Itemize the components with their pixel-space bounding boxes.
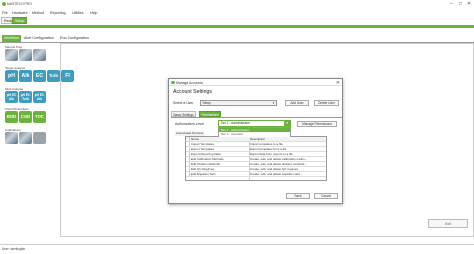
permissions-table: Name Description Import Templates Import… <box>185 136 327 181</box>
chevron-down-icon: ▼ <box>284 121 290 126</box>
menu-hardware[interactable]: Hardware <box>12 11 28 15</box>
chevron-down-icon: ▼ <box>272 100 275 105</box>
manage-accounts-dialog: Manage Accounts ✕ Account Settings Selec… <box>168 78 343 204</box>
row-checkbox[interactable] <box>186 172 190 176</box>
table-row[interactable]: Edit Equation Sets Create, edit, and del… <box>186 172 326 177</box>
status-bar: User: sterlinglab <box>0 244 474 254</box>
menu-reporting[interactable]: Reporting <box>50 11 66 15</box>
account-settings-heading: Account Settings <box>173 89 212 95</box>
dialog-title: Manage Accounts <box>176 80 203 85</box>
dialog-app-icon <box>171 80 175 85</box>
selected-user-value: Setup <box>202 100 211 105</box>
app-logo-icon <box>2 2 6 6</box>
tile-toc[interactable]: TOC <box>33 111 46 123</box>
tab-workflow[interactable]: Workflow <box>2 35 21 42</box>
tile-ec[interactable]: EC <box>33 70 46 82</box>
permission-description: Create, edit, and delete equation sets..… <box>250 172 303 176</box>
sample-prep-tile-2[interactable] <box>19 49 32 61</box>
tile-cod[interactable]: COD <box>19 111 32 123</box>
calibration-tile-3[interactable] <box>33 132 46 144</box>
save-button[interactable]: Save <box>286 193 310 199</box>
menu-method[interactable]: Method <box>32 11 44 15</box>
menu-file[interactable]: File <box>2 11 8 15</box>
sample-prep-tile-1[interactable] <box>5 49 18 61</box>
title-bar: MASTECH PRO – □ ✕ <box>0 0 474 8</box>
dialog-close-icon[interactable]: ✕ <box>336 80 340 86</box>
menu-utilities[interactable]: Utilities <box>72 11 84 15</box>
authorization-level-label: Authorization Level <box>175 121 204 126</box>
row-checkbox[interactable] <box>186 147 190 151</box>
select-user-label: Select a User <box>173 100 194 105</box>
accent-bar <box>0 25 474 28</box>
current-user: User: sterlinglab <box>2 247 26 251</box>
add-user-button[interactable]: Add User <box>285 99 309 106</box>
tile-ph[interactable]: pH <box>5 70 18 82</box>
menu-bar: File Hardware Method Reporting Utilities… <box>0 9 474 16</box>
cancel-button[interactable]: Cancel <box>314 193 338 199</box>
tile-turb[interactable]: Turb <box>47 70 60 82</box>
tab-run-configuration[interactable]: Run Configuration <box>58 35 91 42</box>
row-checkbox[interactable] <box>186 152 190 156</box>
workflow-palette: Sample Prep Single Analysis pH Alk EC Tu… <box>3 45 74 155</box>
header-checkbox-cell <box>186 137 190 141</box>
select-user-dropdown[interactable]: Setup ▼ <box>200 99 277 106</box>
tile-ph-ec-alk[interactable]: pH EC Alk <box>5 91 18 103</box>
option-tier-2-operator[interactable]: Tier 2 - Operator <box>219 132 290 138</box>
authorization-level-options: Tier 1 - Administrator Tier 2 - Operator <box>218 126 291 138</box>
manage-permissions-button[interactable]: Manage Permissions <box>297 120 337 127</box>
calibration-tile-2[interactable] <box>19 132 32 144</box>
exit-button[interactable]: Exit <box>428 219 468 228</box>
menu-help[interactable]: Help <box>90 11 97 15</box>
app-title: MASTECH PRO <box>7 2 32 6</box>
tab-alert-configuration[interactable]: Alert Configuration <box>22 35 56 42</box>
sample-prep-tile-3[interactable] <box>33 49 46 61</box>
calibration-tile-1[interactable] <box>5 132 18 144</box>
tile-bod[interactable]: BOD <box>5 111 18 123</box>
row-checkbox[interactable] <box>186 162 190 166</box>
tile-ph-ec-turb[interactable]: pH EC Turb <box>19 91 32 103</box>
top-tabs: Recipe Setup <box>0 17 474 25</box>
dialog-tab-divider <box>171 117 342 118</box>
close-window-button[interactable]: ✕ <box>467 1 471 7</box>
tab-setup[interactable]: Setup <box>12 17 28 24</box>
row-checkbox[interactable] <box>186 142 190 146</box>
maximize-button[interactable]: □ <box>459 1 462 7</box>
dialog-title-bar: Manage Accounts ✕ <box>169 79 342 86</box>
permission-name: Edit Equation Sets <box>191 172 216 176</box>
row-checkbox[interactable] <box>186 157 190 161</box>
delete-user-button[interactable]: Delete User <box>314 99 339 106</box>
authorization-level-value: Tier 1 - Administrator <box>220 121 250 125</box>
row-checkbox[interactable] <box>186 167 190 171</box>
minimize-button[interactable]: – <box>450 1 453 7</box>
tile-ph-ec-alk-2[interactable]: pH EC Alk <box>33 91 46 103</box>
tile-alk[interactable]: Alk <box>19 70 32 82</box>
